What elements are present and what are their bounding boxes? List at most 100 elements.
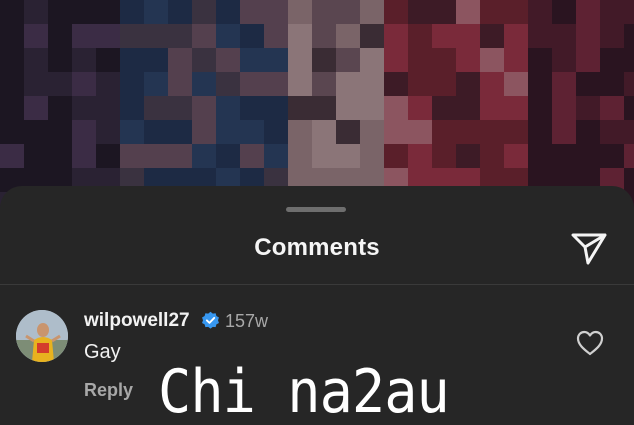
mosaic-pixel bbox=[0, 0, 24, 24]
mosaic-pixel bbox=[408, 0, 432, 24]
mosaic-pixel bbox=[240, 48, 264, 72]
avatar[interactable] bbox=[16, 310, 68, 362]
mosaic-pixel bbox=[288, 0, 312, 24]
mosaic-pixel bbox=[600, 120, 624, 144]
mosaic-pixel bbox=[192, 0, 216, 24]
mosaic-pixel bbox=[144, 0, 168, 24]
mosaic-pixel bbox=[336, 120, 360, 144]
comment-username[interactable]: wilpowell27 bbox=[84, 310, 190, 332]
mosaic-pixel bbox=[96, 48, 120, 72]
mosaic-pixel bbox=[528, 96, 552, 120]
mosaic-pixel bbox=[312, 144, 336, 168]
mosaic-pixel bbox=[576, 0, 600, 24]
mosaic-pixel bbox=[216, 48, 240, 72]
mosaic-pixel bbox=[168, 72, 192, 96]
mosaic-pixel bbox=[288, 72, 312, 96]
mosaic-pixel bbox=[480, 96, 504, 120]
mosaic-pixel bbox=[312, 120, 336, 144]
mosaic-pixel bbox=[0, 48, 24, 72]
mosaic-pixel bbox=[624, 0, 634, 24]
mosaic-pixel bbox=[336, 96, 360, 120]
mosaic-pixel bbox=[600, 0, 624, 24]
mosaic-pixel bbox=[144, 48, 168, 72]
mosaic-pixel bbox=[48, 0, 72, 24]
mosaic-pixel bbox=[480, 24, 504, 48]
mosaic-pixel bbox=[144, 144, 168, 168]
mosaic-pixel bbox=[336, 144, 360, 168]
mosaic-pixel bbox=[360, 48, 384, 72]
mosaic-pixel bbox=[480, 72, 504, 96]
mosaic-pixel bbox=[72, 24, 96, 48]
mosaic-pixel bbox=[48, 48, 72, 72]
mosaic-pixel bbox=[72, 72, 96, 96]
mosaic-pixel bbox=[216, 96, 240, 120]
mosaic-pixel bbox=[0, 96, 24, 120]
mosaic-pixel bbox=[120, 96, 144, 120]
mosaic-pixel bbox=[360, 72, 384, 96]
mosaic-pixel bbox=[624, 144, 634, 168]
mosaic-pixel bbox=[624, 120, 634, 144]
mosaic-pixel bbox=[552, 24, 576, 48]
mosaic-pixel bbox=[624, 96, 634, 120]
mosaic-pixel bbox=[264, 120, 288, 144]
mosaic-pixel bbox=[576, 48, 600, 72]
mosaic-pixel bbox=[384, 120, 408, 144]
mosaic-pixel bbox=[216, 24, 240, 48]
mosaic-pixel bbox=[192, 120, 216, 144]
mosaic-pixel bbox=[432, 96, 456, 120]
mosaic-pixel bbox=[264, 96, 288, 120]
mosaic-pixel bbox=[384, 72, 408, 96]
mosaic-pixel bbox=[624, 72, 634, 96]
mosaic-pixel bbox=[432, 144, 456, 168]
mosaic-pixel bbox=[288, 48, 312, 72]
mosaic-pixel bbox=[192, 96, 216, 120]
mosaic-pixel bbox=[360, 24, 384, 48]
mosaic-pixel bbox=[528, 144, 552, 168]
send-icon[interactable] bbox=[569, 231, 609, 267]
mosaic-pixel bbox=[96, 96, 120, 120]
mosaic-pixel bbox=[312, 72, 336, 96]
heart-icon[interactable] bbox=[576, 330, 604, 356]
mosaic-pixel bbox=[432, 24, 456, 48]
mosaic-pixel bbox=[624, 24, 634, 48]
mosaic-pixel bbox=[600, 72, 624, 96]
mosaic-pixel bbox=[480, 0, 504, 24]
mosaic-pixel bbox=[336, 72, 360, 96]
mosaic-pixel bbox=[456, 0, 480, 24]
mosaic-pixel bbox=[456, 72, 480, 96]
mosaic-pixel bbox=[192, 144, 216, 168]
mosaic-pixel bbox=[0, 72, 24, 96]
sheet-drag-handle[interactable] bbox=[286, 207, 346, 212]
mosaic-pixel bbox=[504, 144, 528, 168]
mosaic-pixel bbox=[456, 48, 480, 72]
watermark-text: Chi na2au bbox=[158, 357, 450, 425]
mosaic-pixel bbox=[336, 24, 360, 48]
mosaic-pixel bbox=[120, 48, 144, 72]
mosaic-pixel bbox=[72, 96, 96, 120]
mosaic-pixel bbox=[432, 48, 456, 72]
mosaic-pixel bbox=[120, 0, 144, 24]
mosaic-pixel bbox=[264, 48, 288, 72]
mosaic-pixel bbox=[24, 120, 48, 144]
mosaic-pixel bbox=[624, 48, 634, 72]
mosaic-pixel bbox=[408, 120, 432, 144]
mosaic-pixel bbox=[552, 0, 576, 24]
mosaic-pixel bbox=[576, 24, 600, 48]
mosaic-pixel bbox=[432, 0, 456, 24]
mosaic-pixel bbox=[168, 96, 192, 120]
mosaic-pixel bbox=[72, 48, 96, 72]
reply-button[interactable]: Reply bbox=[84, 380, 133, 401]
mosaic-pixel bbox=[456, 24, 480, 48]
mosaic-pixel bbox=[192, 48, 216, 72]
mosaic-pixel bbox=[504, 72, 528, 96]
mosaic-pixel bbox=[288, 24, 312, 48]
mosaic-pixel bbox=[384, 24, 408, 48]
mosaic-pixel bbox=[216, 72, 240, 96]
verified-badge-icon bbox=[201, 311, 220, 330]
mosaic-pixel bbox=[360, 144, 384, 168]
sheet-title: Comments bbox=[254, 234, 380, 261]
mosaic-pixel bbox=[360, 96, 384, 120]
mosaic-pixel bbox=[96, 120, 120, 144]
mosaic-pixel bbox=[504, 24, 528, 48]
mosaic-pixel bbox=[576, 120, 600, 144]
